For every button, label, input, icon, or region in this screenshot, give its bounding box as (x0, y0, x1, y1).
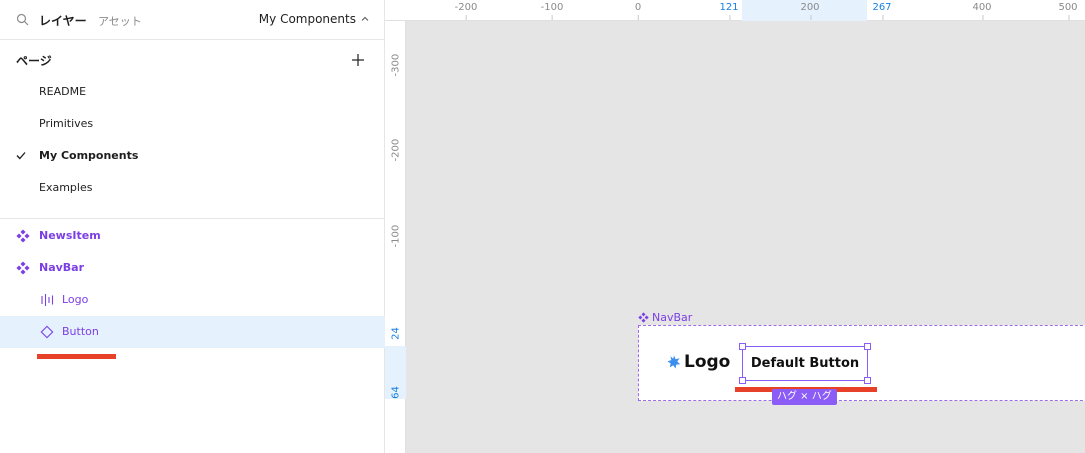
pages-title: ページ (16, 54, 52, 68)
search-icon[interactable] (16, 13, 29, 26)
layer-label: Logo (62, 293, 89, 306)
resize-handle[interactable] (864, 343, 871, 350)
pages-section: ページ README Primitives My Components Exam… (0, 41, 385, 219)
horizontal-ruler: -200 -100 0 121 200 267 400 500 (385, 0, 1085, 21)
tab-assets[interactable]: アセット (98, 13, 142, 29)
ruler-tick: 0 (634, 2, 642, 20)
auto-layout-icon (41, 294, 54, 306)
page-item-readme[interactable]: README (0, 76, 385, 108)
ruler-tick: 500 (1058, 2, 1078, 20)
page-item-primitives[interactable]: Primitives (0, 108, 385, 140)
layer-label: Button (62, 325, 99, 338)
star-logo-icon (667, 355, 681, 369)
ruler-tick: 267 (872, 2, 892, 20)
checkmark-icon (16, 152, 26, 160)
tab-layers[interactable]: レイヤー (39, 12, 87, 29)
frame-label-text: NavBar (652, 311, 693, 324)
page-item-my-components[interactable]: My Components (0, 140, 385, 172)
chevron-up-icon (361, 16, 369, 21)
ruler-tick: -100 (540, 2, 564, 20)
layer-newsitem[interactable]: NewsItem (0, 220, 385, 252)
ruler-tick: 24 (390, 327, 402, 340)
layers-tree: NewsItem NavBar Logo Button (0, 220, 385, 453)
ruler-tick: 400 (972, 2, 992, 20)
ruler-tick: 121 (719, 2, 739, 20)
frame-label[interactable]: NavBar (638, 311, 692, 324)
component-icon (16, 261, 30, 275)
layer-button[interactable]: Button (0, 316, 385, 348)
panel-tabs: レイヤー アセット My Components (0, 0, 385, 40)
ruler-tick: 200 (800, 2, 820, 20)
current-page-label: My Components (258, 12, 356, 26)
resize-handle[interactable] (864, 377, 871, 384)
hug-size-badge[interactable]: ハグ × ハグ (772, 389, 837, 405)
page-item-label: README (39, 85, 87, 98)
add-page-icon[interactable] (351, 53, 365, 67)
resize-handle[interactable] (739, 343, 746, 350)
annotation-underline (37, 354, 116, 359)
ruler-tick: -300 (390, 53, 402, 77)
page-item-label: My Components (39, 149, 139, 162)
page-item-label: Examples (39, 181, 93, 194)
instance-icon (40, 325, 54, 339)
logo-text: Logo (684, 352, 731, 372)
ruler-tick: -200 (390, 138, 402, 162)
ruler-tick: -200 (454, 2, 478, 20)
logo-group[interactable]: Logo (667, 352, 730, 372)
design-canvas[interactable]: -200 -100 0 121 200 267 400 500 -300 -20… (385, 0, 1085, 453)
page-item-label: Primitives (39, 117, 94, 130)
layer-label: NewsItem (39, 229, 101, 242)
layer-logo[interactable]: Logo (0, 284, 385, 316)
resize-handle[interactable] (739, 377, 746, 384)
ruler-tick: -100 (390, 224, 402, 248)
ruler-tick: 64 (390, 386, 402, 399)
layer-navbar[interactable]: NavBar (0, 252, 385, 284)
page-item-examples[interactable]: Examples (0, 172, 385, 204)
component-icon (638, 312, 649, 323)
page-switcher[interactable]: My Components (259, 12, 369, 26)
button-label: Default Button (750, 356, 860, 371)
component-icon (16, 229, 30, 243)
vertical-ruler: -300 -200 -100 24 64 (385, 21, 406, 453)
default-button[interactable]: Default Button (742, 346, 868, 381)
layer-label: NavBar (39, 261, 85, 274)
layers-panel: レイヤー アセット My Components ページ README Primi… (0, 0, 385, 453)
